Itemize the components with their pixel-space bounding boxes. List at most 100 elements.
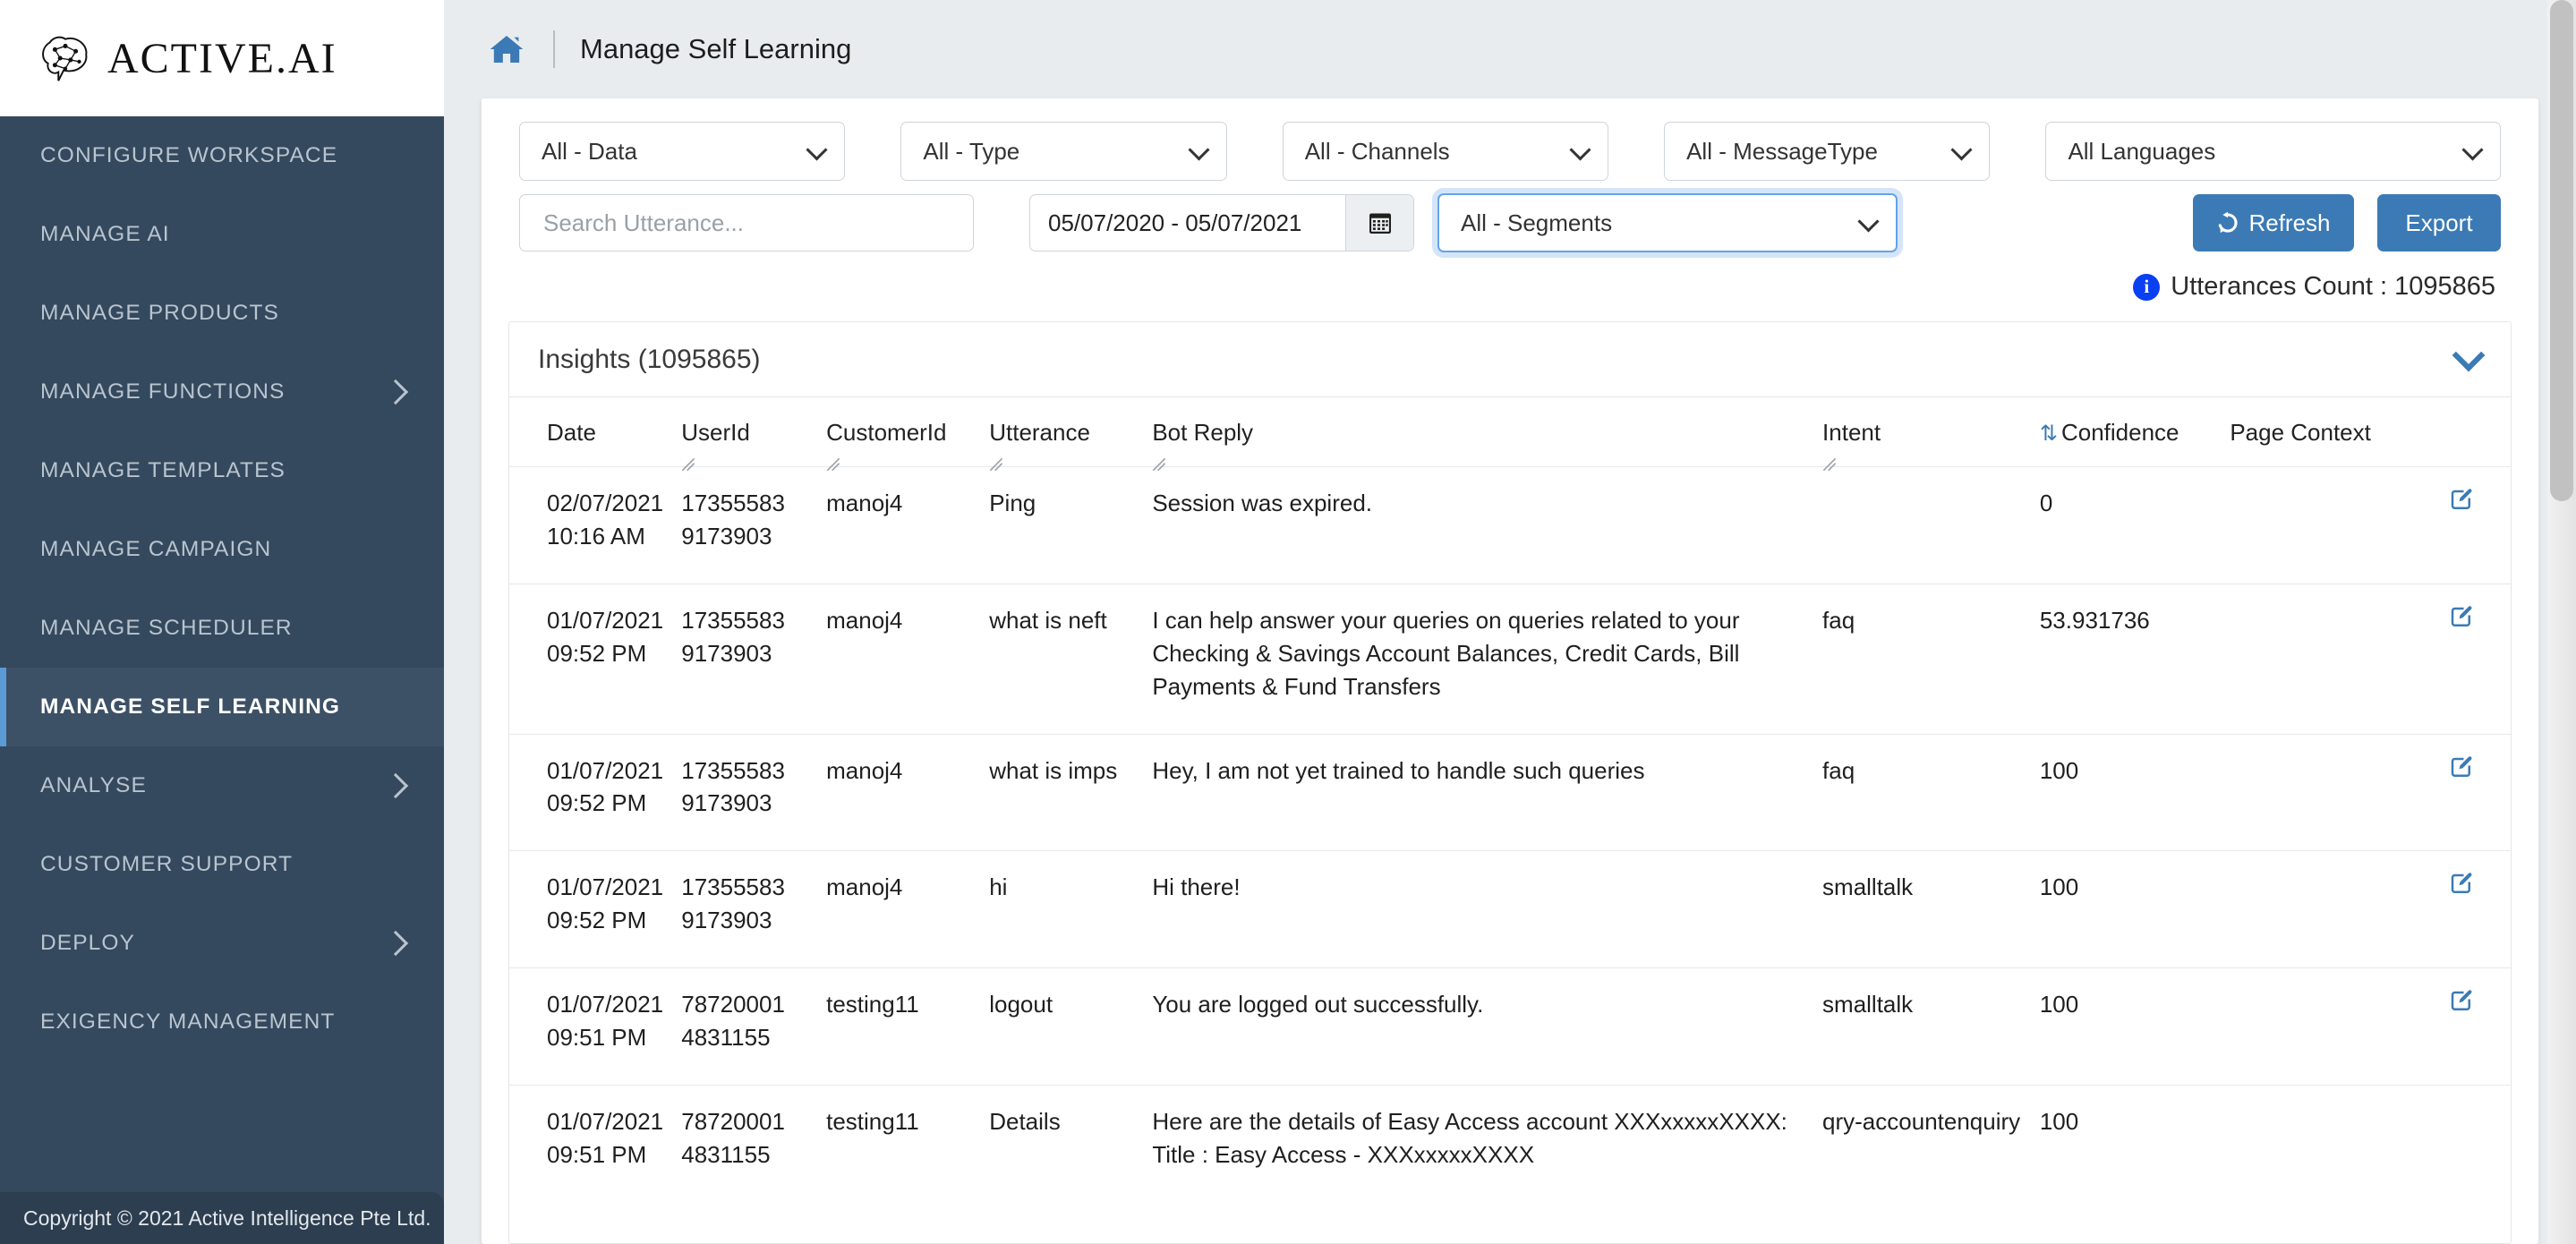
cell-bot-reply: You are logged out successfully.	[1152, 967, 1823, 1086]
cell-page-context	[2230, 850, 2393, 968]
table-body: 02/07/2021 10:16 AM 17355583 9173903 man…	[509, 466, 2511, 1202]
scrollbar-thumb[interactable]	[2550, 0, 2573, 501]
column-header-page-context[interactable]: Page Context	[2230, 397, 2393, 467]
sidebar-item-label: ANALYSE	[40, 773, 147, 797]
column-header-userid[interactable]: UserId	[681, 397, 826, 472]
column-resize-handle[interactable]	[1152, 450, 1166, 472]
channels-filter-select[interactable]: All - Channels	[1282, 122, 1609, 181]
channels-filter-value: All - Channels	[1304, 137, 1450, 165]
sidebar-item-label: EXIGENCY MANAGEMENT	[40, 1010, 336, 1034]
cell-date: 01/07/2021 09:52 PM	[509, 733, 682, 851]
home-icon[interactable]	[489, 32, 525, 66]
messagetype-filter-select[interactable]: All - MessageType	[1664, 122, 1991, 181]
sidebar-item-manage-templates[interactable]: MANAGE TEMPLATES	[0, 431, 444, 510]
sort-updown-icon[interactable]: ⇅	[2040, 422, 2058, 446]
sidebar-item-label: DEPLOY	[40, 931, 135, 955]
cell-page-context	[2230, 1084, 2393, 1202]
cell-customerid: manoj4	[826, 733, 990, 851]
cell-customerid: testing11	[826, 967, 990, 1086]
column-resize-handle[interactable]	[681, 450, 695, 472]
column-header-confidence[interactable]: ⇅ Confidence	[2040, 397, 2230, 467]
type-filter-select[interactable]: All - Type	[900, 122, 1227, 181]
cell-confidence: 100	[2039, 850, 2231, 968]
column-header-date[interactable]: Date	[509, 397, 681, 467]
table-row[interactable]: 01/07/2021 09:51 PM 78720001 4831155 tes…	[509, 1084, 2511, 1202]
page-scrollbar[interactable]	[2547, 0, 2576, 1244]
cell-date: 01/07/2021 09:52 PM	[509, 850, 682, 968]
column-header-customerid[interactable]: CustomerId	[826, 397, 989, 472]
table-row[interactable]: 01/07/2021 09:51 PM 78720001 4831155 tes…	[509, 967, 2511, 1086]
column-resize-handle[interactable]	[826, 450, 840, 472]
table-header-row: Date UserId CustomerId Utterance Bot Rep…	[509, 397, 2511, 472]
table-row[interactable]: 01/07/2021 09:52 PM 17355583 9173903 man…	[509, 733, 2511, 851]
cell-page-context	[2230, 466, 2393, 584]
sidebar: ACTIVE.AI CONFIGURE WORKSPACE MANAGE AI …	[0, 0, 444, 1244]
column-header-bot-reply[interactable]: Bot Reply	[1152, 397, 1822, 472]
date-range-input[interactable]: 05/07/2020 - 05/07/2021	[1029, 194, 1414, 251]
sidebar-item-deploy[interactable]: DEPLOY	[0, 904, 444, 983]
sidebar-item-label: MANAGE AI	[40, 222, 170, 246]
sidebar-item-manage-functions[interactable]: MANAGE FUNCTIONS	[0, 353, 444, 431]
edit-icon[interactable]	[2448, 871, 2475, 907]
edit-icon[interactable]	[2448, 604, 2475, 640]
table-row[interactable]: 01/07/2021 09:52 PM 17355583 9173903 man…	[509, 583, 2511, 735]
cell-confidence: 100	[2039, 967, 2231, 1086]
insights-header[interactable]: Insights (1095865)	[509, 322, 2511, 397]
sidebar-item-label: MANAGE CAMPAIGN	[40, 537, 272, 561]
column-header-utterance[interactable]: Utterance	[989, 397, 1152, 472]
insights-panel: Insights (1095865) Date UserId CustomerI…	[508, 321, 2512, 1244]
chevron-right-icon	[382, 379, 409, 405]
sidebar-nav: CONFIGURE WORKSPACE MANAGE AI MANAGE PRO…	[0, 116, 444, 1192]
column-resize-handle[interactable]	[989, 450, 1003, 472]
insights-table-scroll[interactable]: Date UserId CustomerId Utterance Bot Rep…	[509, 397, 2511, 1243]
sidebar-item-manage-products[interactable]: MANAGE PRODUCTS	[0, 274, 444, 353]
edit-icon[interactable]	[2448, 487, 2475, 523]
cell-userid: 78720001 4831155	[681, 967, 827, 1086]
column-header-intent[interactable]: Intent	[1822, 397, 2040, 472]
filter-panel: All - Data All - Type All - Channels All	[482, 98, 2538, 252]
calendar-icon[interactable]	[1345, 195, 1413, 251]
sidebar-item-manage-self-learning[interactable]: MANAGE SELF LEARNING	[0, 668, 444, 746]
sidebar-item-exigency-management[interactable]: EXIGENCY MANAGEMENT	[0, 983, 444, 1061]
cell-actions	[2393, 583, 2511, 735]
sidebar-item-manage-ai[interactable]: MANAGE AI	[0, 195, 444, 274]
messagetype-filter-value: All - MessageType	[1686, 137, 1878, 165]
cell-utterance: hi	[989, 850, 1153, 968]
search-input[interactable]: Search Utterance...	[519, 194, 974, 251]
languages-filter-select[interactable]: All Languages	[2045, 122, 2501, 181]
column-header-label: Date	[547, 419, 596, 446]
cell-intent: smalltalk	[1822, 850, 2040, 968]
cell-bot-reply: Here are the details of Easy Access acco…	[1152, 1084, 1823, 1202]
sidebar-item-label: CUSTOMER SUPPORT	[40, 852, 294, 876]
segments-filter-select[interactable]: All - Segments	[1437, 193, 1898, 252]
content-card: All - Data All - Type All - Channels All	[482, 98, 2538, 1244]
cell-utterance: what is imps	[989, 733, 1153, 851]
sidebar-item-label: CONFIGURE WORKSPACE	[40, 143, 338, 167]
sidebar-item-label: MANAGE FUNCTIONS	[40, 379, 286, 404]
sidebar-item-manage-campaign[interactable]: MANAGE CAMPAIGN	[0, 510, 444, 589]
chevron-down-icon[interactable]	[2452, 338, 2486, 371]
table-row[interactable]: 01/07/2021 09:52 PM 17355583 9173903 man…	[509, 850, 2511, 968]
info-icon: i	[2133, 273, 2161, 301]
export-button[interactable]: Export	[2377, 194, 2501, 251]
cell-bot-reply: Hi there!	[1152, 850, 1823, 968]
column-header-actions	[2393, 397, 2511, 467]
edit-icon[interactable]	[2448, 754, 2475, 790]
refresh-button-label: Refresh	[2248, 209, 2331, 236]
column-header-label: Confidence	[2060, 419, 2179, 446]
sidebar-item-configure-workspace[interactable]: CONFIGURE WORKSPACE	[0, 116, 444, 195]
cell-userid: 17355583 9173903	[681, 466, 827, 584]
sidebar-item-manage-scheduler[interactable]: MANAGE SCHEDULER	[0, 589, 444, 668]
sidebar-item-customer-support[interactable]: CUSTOMER SUPPORT	[0, 825, 444, 904]
cell-userid: 17355583 9173903	[681, 733, 827, 851]
brand-header[interactable]: ACTIVE.AI	[0, 0, 444, 116]
chevron-right-icon	[382, 772, 409, 799]
edit-icon[interactable]	[2448, 988, 2475, 1024]
filter-row-2: Search Utterance... 05/07/2020 - 05/07/2…	[519, 193, 2501, 252]
cell-intent: qry-accountenquiry	[1822, 1084, 2040, 1202]
sidebar-item-analyse[interactable]: ANALYSE	[0, 746, 444, 825]
table-row[interactable]: 02/07/2021 10:16 AM 17355583 9173903 man…	[509, 466, 2511, 584]
column-resize-handle[interactable]	[1822, 450, 1837, 472]
data-filter-select[interactable]: All - Data	[519, 122, 846, 181]
refresh-button[interactable]: Refresh	[2193, 194, 2354, 251]
